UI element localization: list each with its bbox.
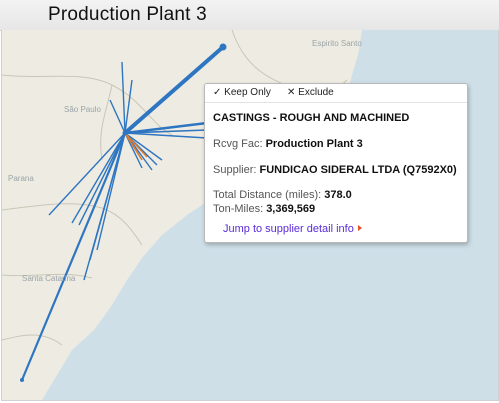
rcvg-fac-value: Production Plant 3 (265, 138, 363, 150)
route-endpoint[interactable] (20, 378, 24, 382)
supplier-value: FUNDICAO SIDERAL LTDA (Q7592X0) (259, 164, 457, 176)
keep-only-label: Keep Only (224, 87, 271, 98)
map-label-parana: Parana (8, 174, 34, 183)
total-distance-value: 378.0 (324, 189, 352, 201)
map-label-sao-paulo: São Paulo (64, 105, 101, 114)
supplier-row: Supplier: FUNDICAO SIDERAL LTDA (Q7592X0… (213, 164, 457, 176)
rcvg-fac-row: Rcvg Fac: Production Plant 3 (213, 138, 363, 150)
ton-miles-row: Ton-Miles: 3,369,569 (213, 203, 315, 215)
keep-only-button[interactable]: ✓ Keep Only (213, 87, 271, 98)
exclude-button[interactable]: ✕ Exclude (287, 87, 334, 98)
page-title: Production Plant 3 (48, 4, 207, 25)
ton-miles-value: 3,369,569 (266, 203, 316, 215)
jump-link-text[interactable]: Jump to supplier detail info (223, 223, 354, 235)
origin-hub[interactable] (122, 130, 128, 136)
total-distance-label: Total Distance (miles): (213, 189, 322, 201)
checkmark-icon: ✓ (213, 87, 222, 98)
tooltip-actions: ✓ Keep Only ✕ Exclude (205, 84, 467, 103)
exclude-label: Exclude (298, 87, 334, 98)
route-endpoint[interactable] (219, 43, 227, 51)
title-bar: Production Plant 3 (0, 0, 499, 31)
map-label-santa-catarina: Santa Catarina (22, 274, 76, 283)
close-icon: ✕ (287, 87, 296, 98)
map-label-espirito-santo: Espirito Santo (312, 39, 362, 48)
total-distance-row: Total Distance (miles): 378.0 (213, 189, 352, 201)
ton-miles-label: Ton-Miles: (213, 203, 264, 215)
supplier-label: Supplier: (213, 164, 257, 176)
jump-to-supplier-link[interactable]: Jump to supplier detail info (223, 223, 362, 235)
supplier-tooltip: ✓ Keep Only ✕ Exclude CASTINGS - ROUGH A… (204, 83, 468, 243)
rcvg-fac-label: Rcvg Fac: (213, 138, 263, 150)
arrow-right-icon (357, 225, 362, 231)
category-text: CASTINGS - ROUGH AND MACHINED (213, 112, 410, 124)
